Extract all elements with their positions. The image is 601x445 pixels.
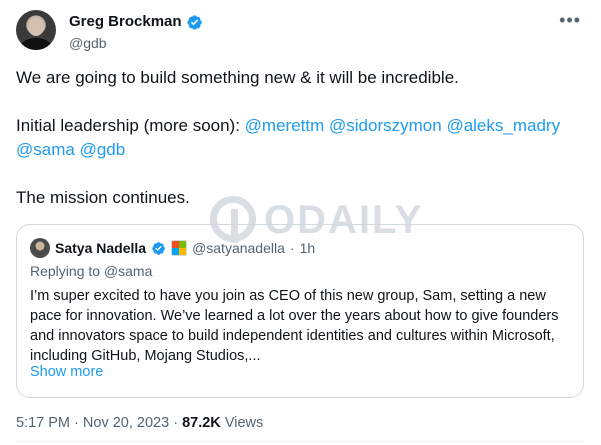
microsoft-logo-icon xyxy=(171,240,188,256)
tweet-text: We are going to build something new & it… xyxy=(16,66,586,210)
tweet-meta: 5:17 PM · Nov 20, 2023 · 87.2K Views xyxy=(16,414,263,432)
quoted-author-handle: @satyanadella xyxy=(192,240,285,256)
author-avatar[interactable] xyxy=(16,10,56,50)
views-label: Views xyxy=(224,415,264,431)
leadership-prefix: Initial leadership (more soon): xyxy=(16,116,245,135)
tweet-line-1: We are going to build something new & it… xyxy=(16,68,459,87)
quoted-author-name: Satya Nadella xyxy=(55,240,147,256)
views-count: 87.2K xyxy=(182,415,221,431)
quoted-tweet[interactable]: Satya Nadella @satyanadella · 1h Replyin… xyxy=(16,224,584,398)
mention-link[interactable]: @sama xyxy=(16,140,75,159)
tweet-line-leadership: Initial leadership (more soon): @merettm… xyxy=(16,114,586,162)
quoted-separator: · xyxy=(289,240,295,256)
show-more-link[interactable]: Show more xyxy=(30,364,103,380)
quoted-tweet-text: I’m super excited to have you join as CE… xyxy=(30,288,559,364)
mention-link[interactable]: @aleks_madry xyxy=(446,116,560,135)
verified-badge-icon xyxy=(186,14,202,30)
more-options-icon[interactable]: ••• xyxy=(559,11,581,29)
tweet-card: Greg Brockman @gdb ••• We are going to b… xyxy=(0,0,601,445)
author-name[interactable]: Greg Brockman xyxy=(69,13,182,31)
author-name-row[interactable]: Greg Brockman xyxy=(69,13,203,31)
tweet-line-3: The mission continues. xyxy=(16,188,190,207)
quoted-time: 1h xyxy=(299,240,316,256)
quoted-tweet-header: Satya Nadella @satyanadella · 1h xyxy=(30,238,315,258)
replying-to: Replying to @sama xyxy=(30,263,153,279)
quoted-author-avatar xyxy=(30,238,50,258)
tweet-date[interactable]: Nov 20, 2023 xyxy=(83,415,169,431)
tweet-time[interactable]: 5:17 PM xyxy=(16,415,70,431)
divider xyxy=(16,441,585,442)
verified-badge-icon xyxy=(152,241,165,255)
mention-link[interactable]: @sidorszymon xyxy=(329,116,442,135)
meta-separator: · xyxy=(173,415,179,431)
mention-link[interactable]: @gdb xyxy=(80,140,126,159)
meta-separator: · xyxy=(74,415,79,431)
author-handle[interactable]: @gdb xyxy=(69,35,107,51)
mention-link[interactable]: @merettm xyxy=(245,116,325,135)
